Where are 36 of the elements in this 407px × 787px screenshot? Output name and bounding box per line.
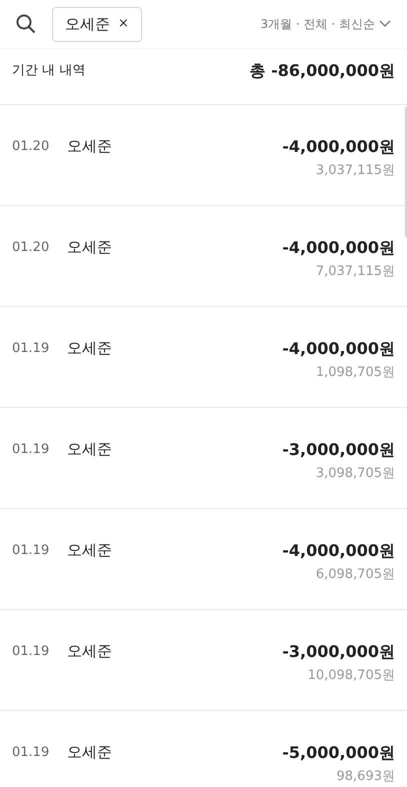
balance-text: 10,098,705원 bbox=[308, 667, 395, 685]
total-amount: 총 -86,000,000원 bbox=[250, 60, 395, 82]
transaction-name: 오세준 bbox=[67, 641, 112, 662]
filter-chip[interactable]: 오세준 × bbox=[52, 6, 142, 42]
chip-remove-button[interactable]: × bbox=[118, 14, 129, 34]
filter-dropdown[interactable]: 3개월 · 전체 · 최신순 bbox=[260, 15, 391, 33]
balance-text: 6,098,705원 bbox=[316, 566, 395, 584]
transaction-amount: -4,000,000원 bbox=[282, 338, 395, 360]
transaction-date: 01.19 bbox=[12, 744, 50, 762]
balance-text: 7,037,115원 bbox=[316, 263, 395, 281]
chip-label: 오세준 bbox=[65, 14, 110, 35]
balance-text: 3,098,705원 bbox=[316, 465, 395, 483]
transaction-amount: -3,000,000원 bbox=[282, 641, 395, 663]
transaction-date: 01.19 bbox=[12, 542, 50, 560]
transaction-amount: -5,000,000원 bbox=[282, 742, 395, 764]
transaction-amount: -4,000,000원 bbox=[282, 136, 395, 158]
transaction-date: 01.19 bbox=[12, 340, 50, 358]
balance-text: 98,693원 bbox=[336, 768, 395, 786]
balance-text: 3,037,115원 bbox=[316, 162, 395, 180]
transaction-date: 01.19 bbox=[12, 643, 50, 661]
transaction-name: 오세준 bbox=[67, 439, 112, 460]
transaction-amount: -4,000,000원 bbox=[282, 237, 395, 259]
chevron-down-icon bbox=[379, 20, 391, 28]
transaction-date: 01.20 bbox=[12, 239, 50, 257]
transaction-name: 오세준 bbox=[67, 338, 112, 359]
transaction-name: 오세준 bbox=[67, 540, 112, 561]
transaction-amount: -3,000,000원 bbox=[282, 439, 395, 461]
period-label: 기간 내 내역 bbox=[12, 62, 86, 80]
transaction-date: 01.20 bbox=[12, 138, 50, 156]
transaction-name: 오세준 bbox=[67, 136, 112, 157]
balance-text: 1,098,705원 bbox=[316, 364, 395, 382]
transaction-date: 01.19 bbox=[12, 441, 50, 459]
transaction-amount: -4,000,000원 bbox=[282, 540, 395, 562]
transaction-name: 오세준 bbox=[67, 742, 112, 763]
transaction-name: 오세준 bbox=[67, 237, 112, 258]
search-icon[interactable] bbox=[16, 14, 36, 34]
